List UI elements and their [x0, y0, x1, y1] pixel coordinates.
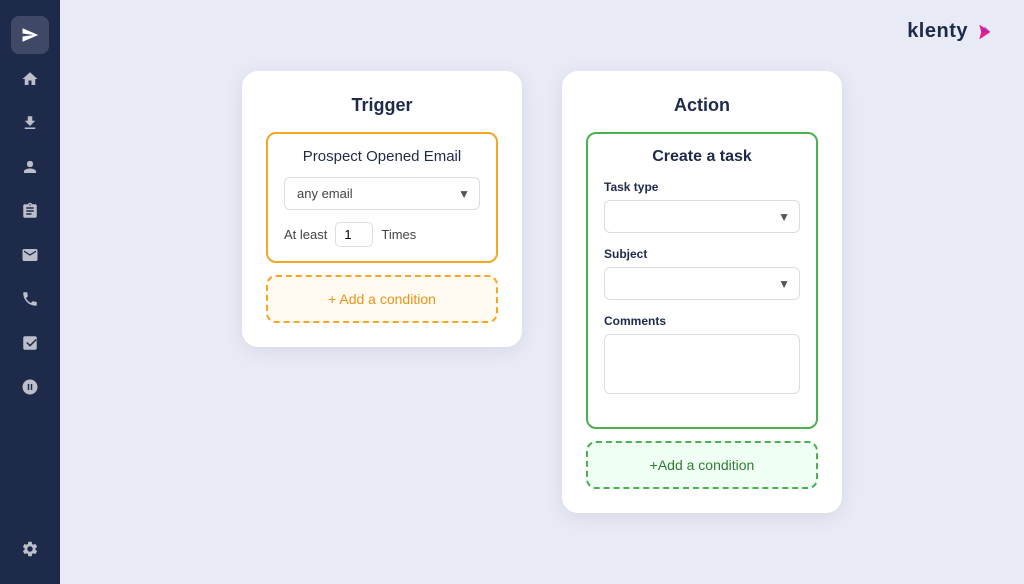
subject-group: Subject Follow up ▼ — [604, 247, 800, 300]
subject-label: Subject — [604, 247, 800, 261]
action-card: Action Create a task Task type Call Emai… — [562, 71, 842, 513]
subject-select-wrapper: Follow up ▼ — [604, 267, 800, 300]
action-add-condition-button[interactable]: +Add a condition — [586, 441, 818, 489]
sidebar-item-email2[interactable] — [11, 368, 49, 406]
sidebar-item-clipboard[interactable] — [11, 192, 49, 230]
sidebar-item-chart[interactable] — [11, 324, 49, 362]
trigger-inner-box: Prospect Opened Email any email specific… — [266, 132, 498, 263]
action-inner-title: Create a task — [604, 148, 800, 166]
email-select[interactable]: any email specific email — [284, 177, 480, 210]
sidebar-item-download[interactable] — [11, 104, 49, 142]
sidebar-item-settings[interactable] — [11, 530, 49, 568]
task-type-group: Task type Call Email LinkedIn ▼ — [604, 180, 800, 233]
action-card-title: Action — [586, 95, 818, 116]
cards-container: Trigger Prospect Opened Email any email … — [242, 71, 842, 513]
trigger-inner-title: Prospect Opened Email — [284, 148, 480, 165]
trigger-card-title: Trigger — [266, 95, 498, 116]
main-content: klenty Trigger Prospect Opened Email any… — [60, 0, 1024, 584]
at-least-label: At least — [284, 227, 327, 242]
comments-input[interactable] — [604, 334, 800, 394]
at-least-row: At least 1 2 3 Times — [284, 222, 480, 247]
at-least-select[interactable]: 1 2 3 — [335, 222, 373, 247]
sidebar-item-email[interactable] — [11, 236, 49, 274]
task-type-select[interactable]: Call Email LinkedIn — [604, 200, 800, 233]
logo: klenty — [907, 20, 994, 43]
comments-group: Comments — [604, 314, 800, 399]
times-label: Times — [381, 227, 416, 242]
email-select-wrapper: any email specific email ▼ — [284, 177, 480, 210]
trigger-card: Trigger Prospect Opened Email any email … — [242, 71, 522, 347]
subject-select[interactable]: Follow up — [604, 267, 800, 300]
sidebar-item-user[interactable] — [11, 148, 49, 186]
comments-label: Comments — [604, 314, 800, 328]
task-type-label: Task type — [604, 180, 800, 194]
action-inner-box: Create a task Task type Call Email Linke… — [586, 132, 818, 429]
sidebar-item-phone[interactable] — [11, 280, 49, 318]
logo-text: klenty — [907, 20, 968, 43]
sidebar — [0, 0, 60, 584]
sidebar-item-send[interactable] — [11, 16, 49, 54]
klenty-logo-icon — [972, 21, 994, 43]
sidebar-item-home[interactable] — [11, 60, 49, 98]
trigger-add-condition-button[interactable]: + Add a condition — [266, 275, 498, 323]
task-type-select-wrapper: Call Email LinkedIn ▼ — [604, 200, 800, 233]
